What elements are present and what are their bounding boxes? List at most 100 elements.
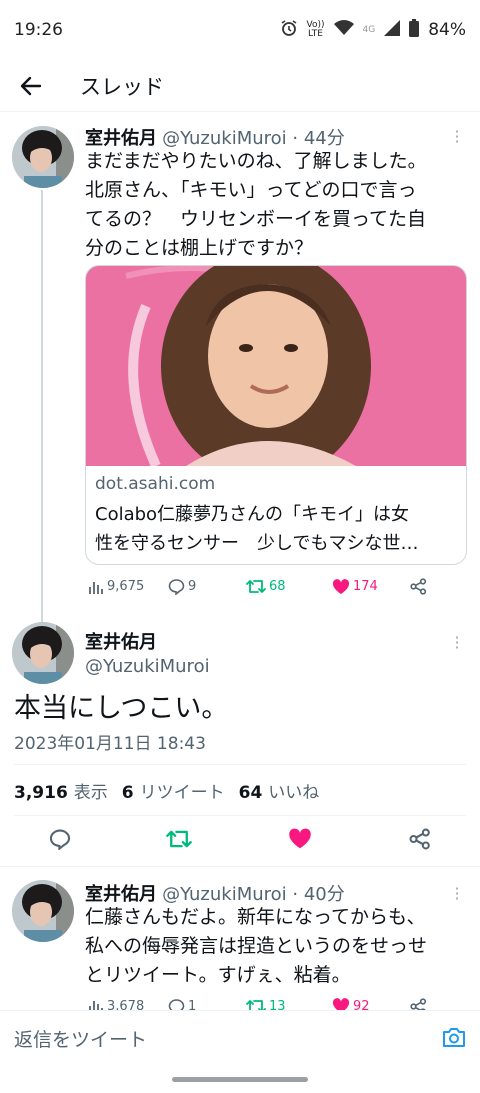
heart-filled-icon (289, 828, 311, 849)
retweet-count: 13 (269, 999, 286, 1010)
network-label: 4G (362, 24, 376, 35)
tweet-actions: 9,675 9 68 174 (88, 578, 468, 595)
like-button[interactable] (288, 828, 312, 854)
link-title-line: Colabo仁藤夢乃さんの「キモイ」は女 (95, 504, 410, 525)
tweet-timestamp: 2023年01月11日 18:43 (14, 734, 206, 754)
share-icon (409, 828, 430, 850)
retweets-stat-label: リツイート (139, 783, 225, 803)
views-count: 9,675 (107, 579, 145, 594)
top-app-bar: スレッド (0, 60, 480, 112)
status-time: 19:26 (14, 20, 63, 40)
views-stat[interactable]: 3,916 表示 (14, 778, 108, 803)
handle-time: @YuzukiMuroi · 40分 (162, 884, 345, 905)
views-stat-label: 表示 (73, 783, 108, 803)
like-action[interactable]: 174 (332, 578, 410, 595)
reply-icon (49, 829, 71, 851)
retweet-icon (166, 830, 192, 848)
display-name[interactable]: 室井佑月 (85, 128, 157, 149)
share-action[interactable] (410, 998, 427, 1010)
divider (0, 866, 480, 867)
divider (14, 815, 466, 816)
tweet-text: 本当にしつこい。 (14, 693, 229, 724)
retweet-action[interactable]: 13 (246, 998, 332, 1010)
wifi-icon (333, 19, 354, 41)
views-action[interactable]: 9,675 (88, 579, 168, 595)
divider (14, 764, 466, 765)
more-options-icon[interactable]: · · · (453, 630, 461, 656)
more-options-icon[interactable]: · · · (453, 881, 461, 907)
tweet-text-line: 私への侮辱発言は捏造というのをせっせ (85, 935, 428, 957)
heart-filled-icon (332, 578, 350, 594)
views-action[interactable]: 3,678 (88, 998, 168, 1010)
likes-stat-label: いいね (268, 783, 320, 803)
more-options-icon[interactable]: · · · (453, 124, 461, 150)
likes-stat-count: 64 (238, 783, 263, 803)
tweet-stats: 3,916 表示 6 リツイート 64 いいね (14, 778, 319, 803)
share-icon (410, 998, 427, 1010)
views-count: 3,678 (107, 998, 145, 1011)
retweet-icon (246, 580, 266, 593)
share-action[interactable] (410, 578, 427, 595)
tweet-text-line: まだまだやりたいのね、了解しました。 (85, 150, 427, 172)
arrow-left-icon (20, 76, 42, 95)
camera-icon[interactable] (442, 1026, 466, 1052)
home-indicator[interactable] (172, 1077, 308, 1082)
status-icons: Vo)) LTE 4G 84% (280, 18, 466, 42)
bar-chart-icon (89, 581, 103, 594)
battery-icon (409, 18, 420, 42)
reply-action[interactable]: 9 (168, 578, 246, 595)
share-icon (410, 578, 427, 595)
retweet-count: 68 (269, 579, 286, 594)
link-card-image (86, 266, 466, 466)
retweet-icon (246, 1000, 266, 1010)
volte-bottom: LTE (308, 29, 323, 39)
page-title: スレッド (80, 74, 164, 99)
reply-count: 9 (188, 579, 197, 594)
tweet-text-line: てるの？ ウリセンボーイを買ってた自 (85, 208, 427, 230)
avatar[interactable] (12, 126, 74, 188)
tweet-text-line: 北原さん、「キモい」ってどの口で言っ (85, 179, 417, 201)
volte-icon: Vo)) LTE (307, 21, 325, 39)
link-title-line: 性を守るセンサー 少しでもマシな世… (95, 533, 419, 554)
tweet-actions: 3,678 1 13 92 (88, 998, 468, 1010)
tweet-text: まだまだやりたいのね、了解しました。 北原さん、「キモい」ってどの口で言っ てる… (85, 147, 470, 263)
like-count: 92 (353, 998, 370, 1011)
alarm-icon (280, 19, 298, 42)
avatar[interactable] (12, 622, 74, 684)
reply-icon (168, 579, 185, 595)
reply-input[interactable]: 返信をツイート (14, 1025, 147, 1052)
tweet-text-line: 分のことは棚上げですか？ (85, 237, 314, 259)
signal-icon (384, 19, 401, 41)
tweet-text: 仁藤さんもだよ。新年になってからも、 私への侮辱発言は捏造というのをせっせ とリ… (85, 903, 470, 990)
link-card[interactable]: dot.asahi.com Colabo仁藤夢乃さんの「キモイ」は女 性を守るセ… (85, 265, 467, 565)
reply-icon (168, 999, 185, 1010)
reply-count: 1 (188, 999, 197, 1010)
retweets-stat[interactable]: 6 リツイート (122, 778, 225, 803)
reply-button[interactable] (49, 828, 71, 854)
tweet-text-line: 仁藤さんもだよ。新年になってからも、 (85, 906, 426, 928)
link-domain: dot.asahi.com (95, 474, 216, 494)
bar-chart-icon (89, 1001, 103, 1010)
like-action[interactable]: 92 (332, 998, 410, 1010)
likes-stat[interactable]: 64 いいね (239, 778, 320, 803)
reply-action[interactable]: 1 (168, 998, 246, 1010)
back-button[interactable] (0, 60, 62, 112)
handle[interactable]: @YuzukiMuroi (85, 656, 210, 677)
battery-percent: 84% (428, 20, 466, 40)
thread-connector-line (41, 190, 43, 622)
views-stat-count: 3,916 (14, 783, 68, 803)
retweet-action[interactable]: 68 (246, 578, 332, 595)
retweets-stat-count: 6 (121, 783, 134, 803)
status-bar: 19:26 Vo)) LTE 4G 84% (0, 0, 480, 60)
link-title: Colabo仁藤夢乃さんの「キモイ」は女 性を守るセンサー 少しでもマシな世… (95, 500, 459, 558)
avatar[interactable] (12, 880, 74, 942)
main-tweet-actions (0, 820, 480, 864)
handle-time: @YuzukiMuroi · 44分 (162, 128, 345, 149)
share-button[interactable] (409, 828, 431, 854)
display-name[interactable]: 室井佑月 (85, 884, 157, 905)
like-count: 174 (353, 579, 378, 594)
retweet-button[interactable] (166, 828, 192, 854)
tweet-text-line: とリツイート。すげぇ、粘着。 (85, 964, 351, 986)
heart-filled-icon (332, 998, 350, 1010)
display-name[interactable]: 室井佑月 (85, 628, 157, 654)
